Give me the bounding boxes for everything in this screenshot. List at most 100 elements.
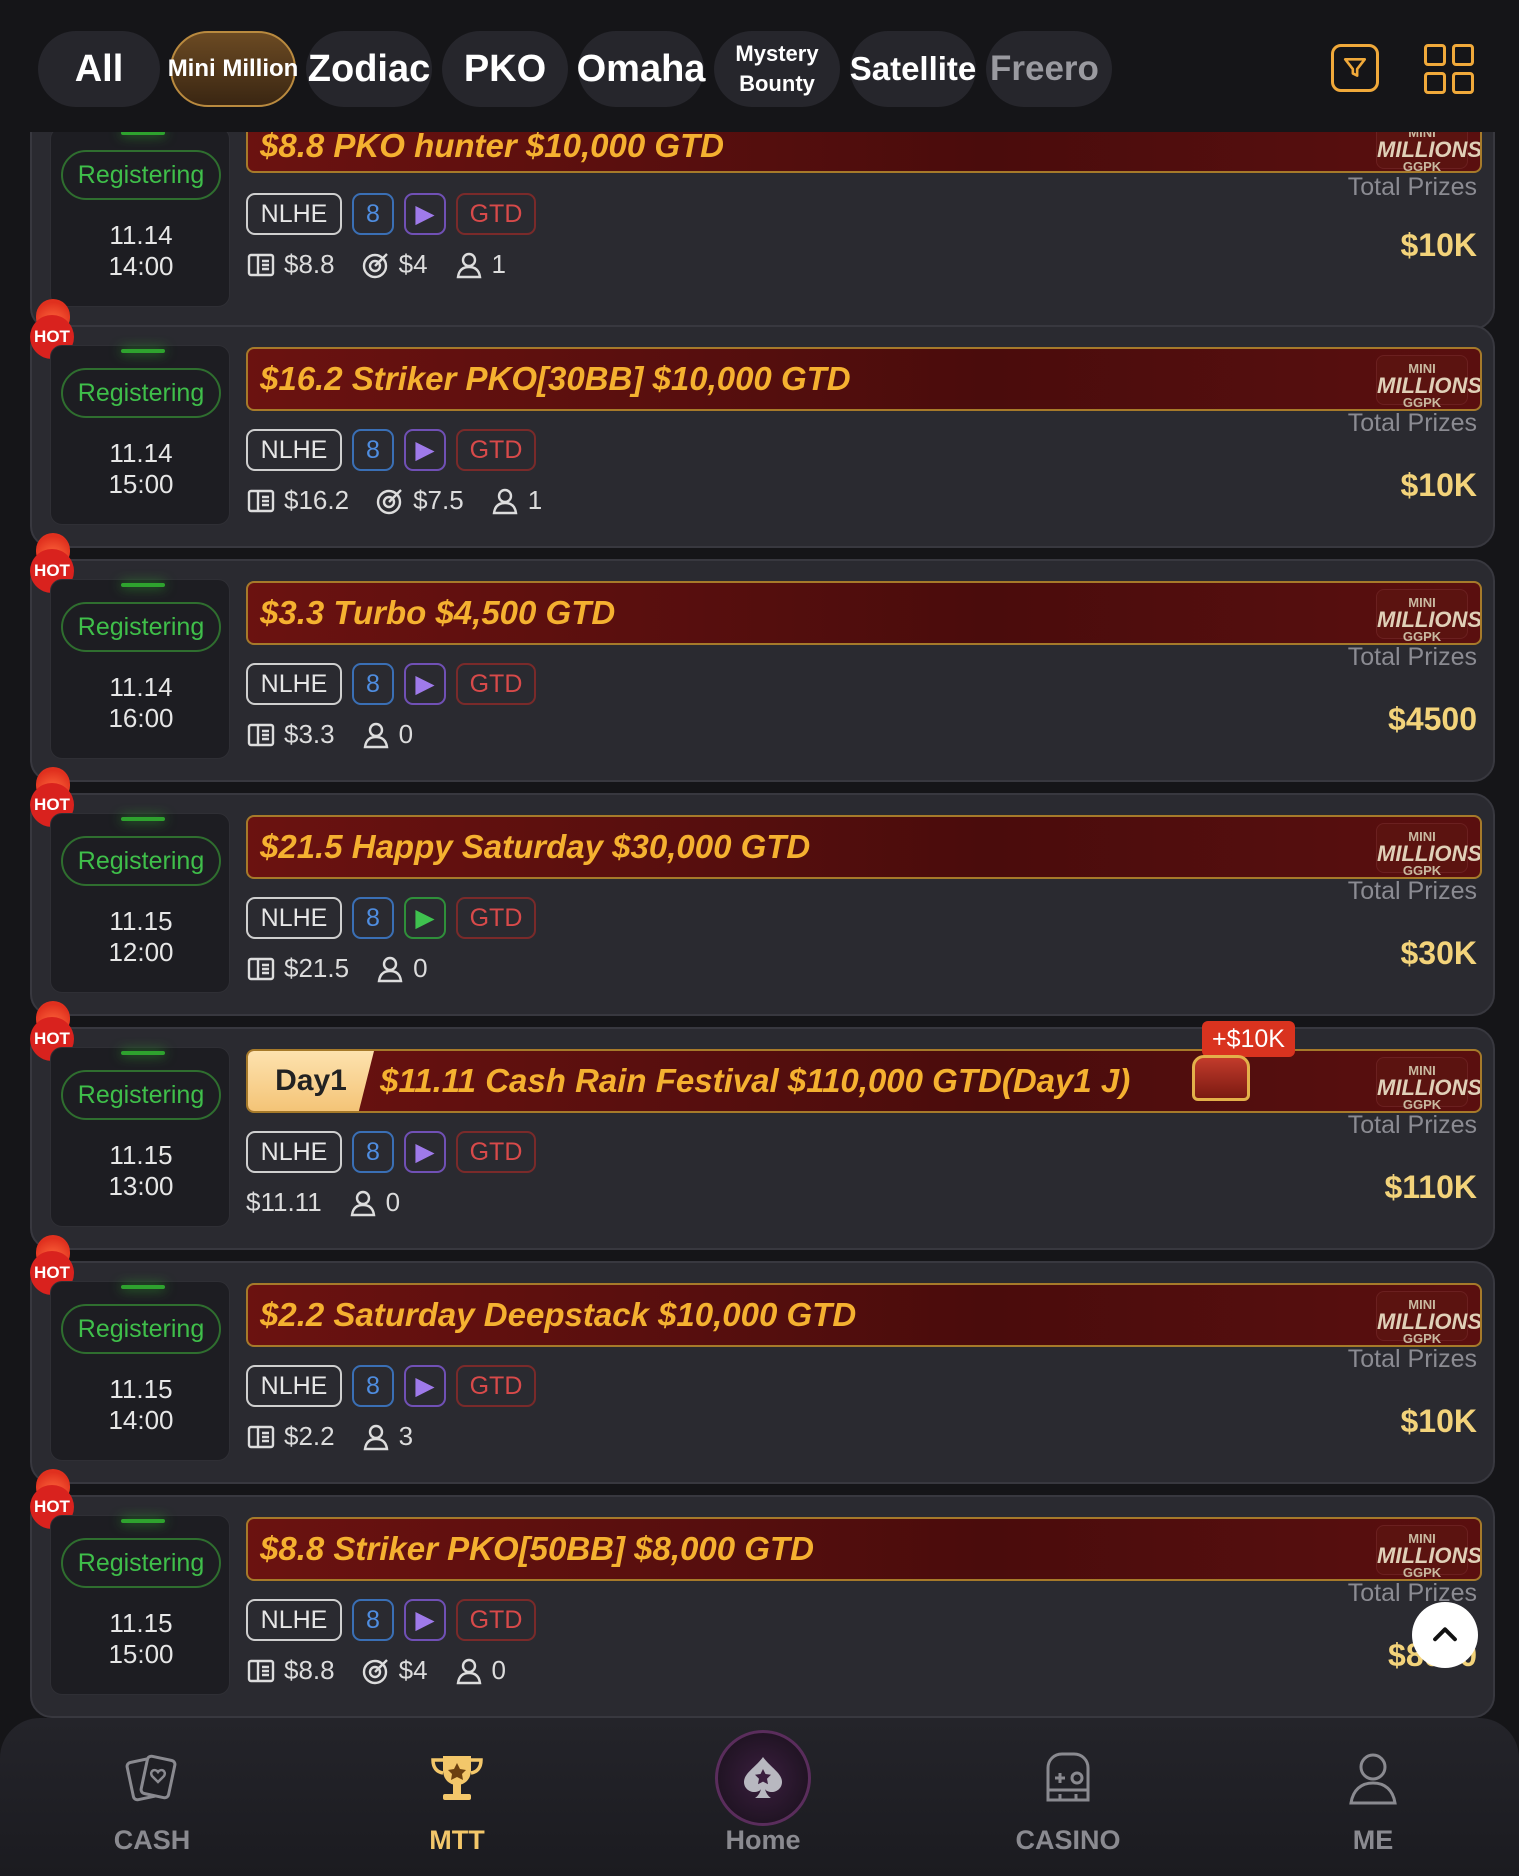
status-box: Registering 11.15 14:00: [50, 1281, 230, 1461]
tab-satellite[interactable]: Satellite: [850, 31, 976, 107]
game-type-tag: NLHE: [246, 429, 342, 471]
start-clock: 13:00: [108, 1171, 174, 1201]
nav-casino[interactable]: CASINO: [978, 1748, 1158, 1868]
tournament-card[interactable]: HOT Registering 11.15 12:00 $21.5 Happy S…: [30, 767, 1495, 1016]
play-icon: ▶: [404, 897, 446, 939]
logo-bottom: GGPK: [1402, 395, 1442, 410]
status-line: [121, 817, 165, 821]
players-value: 0: [491, 1655, 506, 1685]
status-line: [121, 1285, 165, 1289]
ticket-icon: [247, 1659, 275, 1682]
tab-freeroll[interactable]: Freero: [986, 31, 1112, 107]
user-icon: [492, 488, 518, 514]
tournament-card[interactable]: HOT Registering 11.15 14:00 $2.2 Saturday…: [30, 1235, 1495, 1484]
seats-tag: 8: [352, 1365, 394, 1407]
logo-bottom: GGPK: [1402, 1331, 1442, 1346]
status-badge: Registering: [61, 368, 221, 418]
start-date: 11.15: [109, 1140, 173, 1170]
logo-main: MILLIONS: [1377, 841, 1482, 866]
treasure-chest-icon: [1192, 1055, 1250, 1101]
scroll-to-top-button[interactable]: [1412, 1602, 1478, 1668]
category-tabs: All Mini Million Zodiac PKO Omaha Myster…: [38, 31, 1333, 107]
total-prizes-value: $10K: [1400, 1403, 1478, 1439]
tag-row: NLHE 8 ▶ GTD: [246, 1131, 536, 1173]
tournament-card[interactable]: HOT Registering 11.15 13:00 +$10K Day1 $1…: [30, 1001, 1495, 1250]
mini-millions-logo: MINI MILLIONS GGPK: [1376, 1525, 1482, 1579]
home-button[interactable]: [715, 1730, 811, 1826]
trophy-icon: [431, 1756, 483, 1800]
title-banner: $3.3 Turbo $4,500 GTD MINI MILLIONS GGPK: [246, 581, 1482, 645]
buyin-value: $2.2: [284, 1421, 335, 1451]
gtd-tag: GTD: [456, 1599, 536, 1641]
nav-cash-label: CASH: [113, 1825, 191, 1855]
gtd-tag: GTD: [456, 193, 536, 235]
tournament-card[interactable]: HOT Registering 11.14 15:00 $16.2 Striker…: [30, 299, 1495, 548]
start-date: 11.15: [109, 906, 173, 936]
status-box: Registering 11.14 16:00: [50, 579, 230, 759]
filter-icon[interactable]: [1331, 44, 1379, 92]
buyin: $21.5: [246, 953, 349, 984]
start-clock: 15:00: [108, 469, 174, 499]
logo-bottom: GGPK: [1402, 1565, 1442, 1580]
logo-main: MILLIONS: [1377, 137, 1482, 162]
tab-pko[interactable]: PKO: [442, 31, 568, 107]
user-icon: [456, 252, 481, 278]
start-date: 11.14: [109, 220, 173, 250]
tab-omaha[interactable]: Omaha: [577, 31, 705, 107]
mini-millions-logo: MINI MILLIONS GGPK: [1376, 355, 1480, 409]
meta-row: $8.8 $4 1: [246, 249, 506, 280]
gtd-tag: GTD: [456, 429, 536, 471]
filter-bar: All Mini Million Zodiac PKO Omaha Myster…: [0, 0, 1519, 132]
play-icon: ▶: [404, 1365, 446, 1407]
status-line: [121, 349, 165, 353]
start-clock: 14:00: [108, 251, 174, 281]
logo-bottom: GGPK: [1402, 159, 1442, 173]
tab-zodiac[interactable]: Zodiac: [306, 31, 432, 107]
gtd-tag: GTD: [456, 1131, 536, 1173]
title-banner: $2.2 Saturday Deepstack $10,000 GTD MINI…: [246, 1283, 1482, 1347]
start-clock: 12:00: [108, 937, 174, 967]
tab-all[interactable]: All: [38, 31, 160, 107]
logo-main: MILLIONS: [1377, 1543, 1482, 1568]
title-banner: Day1 $11.11 Cash Rain Festival $110,000 …: [246, 1049, 1482, 1113]
start-time: 11.15 15:00: [51, 1608, 231, 1670]
tournament-card[interactable]: HOT Registering 11.15 15:00 $8.8 Striker …: [30, 1469, 1495, 1718]
status-badge: Registering: [61, 1304, 221, 1354]
spade-icon: [744, 1757, 782, 1798]
tag-row: NLHE 8 ▶ GTD: [246, 193, 536, 235]
players-value: 0: [398, 719, 414, 749]
nav-casino-label: CASINO: [1015, 1825, 1121, 1855]
nav-mtt[interactable]: MTT: [367, 1748, 547, 1868]
status-badge: Registering: [61, 1070, 221, 1120]
total-prizes-value: $110K: [1384, 1169, 1477, 1205]
gtd-tag: GTD: [456, 1365, 536, 1407]
nav-home-label: Home: [725, 1825, 801, 1855]
nav-me-label: ME: [1352, 1825, 1394, 1855]
nav-cash[interactable]: CASH: [62, 1748, 242, 1868]
meta-row: $8.8 $4 0: [246, 1655, 506, 1686]
total-prizes-label: Total Prizes: [1347, 173, 1477, 201]
tournament-card[interactable]: Registering 11.14 14:00 $8.8 PKO hunter $…: [30, 132, 1495, 330]
tab-mini-million[interactable]: Mini Million: [168, 31, 298, 107]
tab-label-line1: Mystery: [735, 41, 819, 66]
grid-view-icon[interactable]: [1424, 44, 1474, 94]
buyin: $8.8: [246, 1655, 335, 1686]
seats-tag: 8: [352, 429, 394, 471]
game-type-tag: NLHE: [246, 1131, 342, 1173]
grid-cell: [1452, 72, 1474, 94]
user-icon: [456, 1658, 481, 1684]
title-banner: $8.8 PKO hunter $10,000 GTD MINI MILLIONS…: [246, 132, 1482, 173]
nav-mtt-label: MTT: [429, 1825, 485, 1855]
play-icon: ▶: [404, 1599, 446, 1641]
game-type-tag: NLHE: [246, 663, 342, 705]
status-badge: Registering: [61, 836, 221, 886]
user-icon: [350, 1190, 376, 1216]
logo-bottom: GGPK: [1402, 863, 1442, 878]
gtd-tag: GTD: [456, 663, 536, 705]
tournament-card[interactable]: HOT Registering 11.14 16:00 $3.3 Turbo $4…: [30, 533, 1495, 782]
ticket-icon: [247, 489, 275, 512]
nav-me[interactable]: ME: [1283, 1748, 1463, 1868]
mini-millions-logo: MINI MILLIONS GGPK: [1376, 823, 1482, 877]
game-type-tag: NLHE: [246, 897, 342, 939]
tab-mystery-bounty[interactable]: Mystery Bounty: [714, 31, 840, 107]
